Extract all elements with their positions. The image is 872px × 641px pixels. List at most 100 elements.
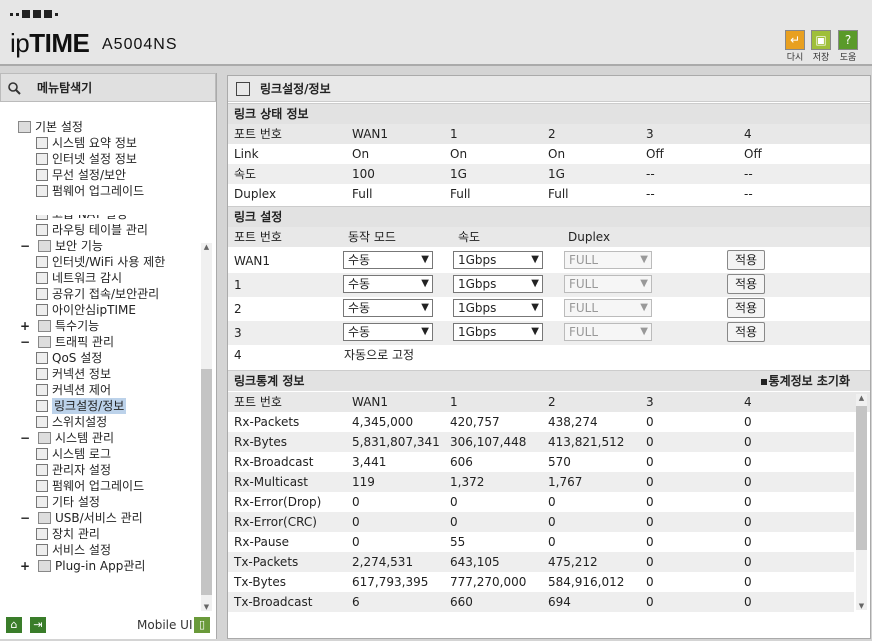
- chevron-down-icon: ▼: [421, 254, 429, 265]
- tree-group[interactable]: − USB/서비스 관리: [20, 510, 143, 526]
- tree-item[interactable]: 스위치설정: [36, 414, 107, 430]
- tree-item[interactable]: 인터넷 설정 정보: [36, 151, 137, 167]
- folder-icon: [38, 336, 51, 348]
- expand-icon[interactable]: +: [20, 318, 30, 334]
- tree-item[interactable]: QoS 설정: [36, 350, 102, 366]
- expand-icon[interactable]: +: [20, 558, 30, 574]
- section-link-stats: 링크통계 정보 통계정보 초기화: [228, 370, 870, 391]
- settings-row: 1 수동 ▼ 1Gbps ▼ FULL ▼ 적용: [228, 273, 870, 297]
- reload-button[interactable]: ↵ 다시: [782, 30, 808, 63]
- tree-item[interactable]: 장치 관리: [36, 526, 100, 542]
- duplex-select[interactable]: FULL ▼: [564, 299, 652, 317]
- tree-group[interactable]: − 시스템 관리: [20, 430, 114, 446]
- save-button[interactable]: ▣ 저장: [808, 30, 834, 63]
- mode-select[interactable]: 수동 ▼: [343, 275, 433, 293]
- sidebar: 메뉴탐색기 기본 설정 시스템 요약 정보 인터넷 설정 정보 무선 설정/보안 펌웨어…: [0, 73, 217, 639]
- page-icon: [36, 368, 48, 380]
- tree-label: 기본 설정: [35, 120, 83, 134]
- tree-item[interactable]: 공유기 접속/보안관리: [36, 286, 159, 302]
- tree-item[interactable]: 커넥션 정보: [36, 366, 111, 382]
- chevron-down-icon: ▼: [640, 278, 648, 289]
- speed-select[interactable]: 1Gbps ▼: [453, 251, 543, 269]
- status-header-row: 포트 번호 WAN1 1 2 3 4: [228, 124, 870, 144]
- mode-select[interactable]: 수동 ▼: [343, 251, 433, 269]
- header: ipTIME A5004NS ↵ 다시 ▣ 저장 ? 도움: [0, 0, 872, 66]
- speed-select[interactable]: 1Gbps ▼: [453, 299, 543, 317]
- folder-icon: [38, 560, 51, 572]
- reset-stats-link[interactable]: 통계정보 초기화: [761, 371, 850, 392]
- tree-item[interactable]: 펌웨어 업그레이드: [36, 478, 144, 494]
- stats-row: Rx-Pause 0 55 0 0 0: [234, 535, 752, 549]
- mobile-ui-link[interactable]: Mobile UI: [137, 618, 193, 632]
- tree-item[interactable]: 기타 설정: [36, 494, 100, 510]
- chevron-down-icon: ▼: [531, 326, 539, 337]
- apply-button[interactable]: 적용: [727, 274, 765, 294]
- tree-label: QoS 설정: [52, 351, 103, 365]
- tree-item[interactable]: 네트워크 감시: [36, 270, 122, 286]
- mode-select[interactable]: 수동 ▼: [343, 299, 433, 317]
- tree-item[interactable]: 라우팅 테이블 관리: [36, 222, 148, 238]
- tree-item[interactable]: 서비스 설정: [36, 542, 111, 558]
- port-label: WAN1: [234, 254, 271, 268]
- page-icon: [36, 416, 48, 428]
- section-link-settings: 링크 설정: [228, 206, 870, 227]
- settings-row: WAN1 수동 ▼ 1Gbps ▼ FULL ▼ 적용: [228, 249, 870, 273]
- mobile-icon[interactable]: ▯: [194, 617, 210, 633]
- settings-header-row: 포트 번호 동작 모드 속도 Duplex: [228, 227, 870, 247]
- status-row: 속도 100 1G 1G -- --: [228, 164, 870, 184]
- tree-item[interactable]: 시스템 요약 정보: [36, 135, 137, 151]
- tree-item[interactable]: 시스템 로그: [36, 446, 111, 462]
- stats-row: Rx-Bytes 5,831,807,341 306,107,448 413,821,…: [228, 432, 854, 452]
- collapse-icon[interactable]: −: [20, 510, 30, 526]
- speed-select[interactable]: 1Gbps ▼: [453, 323, 543, 341]
- tree-label: 펌웨어 업그레이드: [52, 184, 145, 198]
- apply-button[interactable]: 적용: [727, 250, 765, 270]
- duplex-select[interactable]: FULL ▼: [564, 251, 652, 269]
- sidebar-scrollbar[interactable]: ▲ ▼: [201, 243, 212, 611]
- folder-icon: [38, 512, 51, 524]
- tree-item[interactable]: 관리자 설정: [36, 462, 111, 478]
- duplex-select[interactable]: FULL ▼: [564, 323, 652, 341]
- logout-icon[interactable]: ⇥: [30, 617, 46, 633]
- tree-item[interactable]: 펌웨어 업그레이드: [36, 183, 144, 199]
- tree-item[interactable]: 링크설정/정보: [36, 398, 127, 414]
- tree-item[interactable]: 무선 설정/보안: [36, 167, 126, 183]
- apply-button[interactable]: 적용: [727, 298, 765, 318]
- collapse-icon[interactable]: −: [20, 430, 30, 446]
- mode-select[interactable]: 수동 ▼: [343, 323, 433, 341]
- page-icon: [36, 153, 48, 165]
- tree-item[interactable]: 아이안심ipTIME: [36, 302, 136, 318]
- home-icon[interactable]: ⌂: [6, 617, 22, 633]
- tree-group[interactable]: + 특수기능: [20, 318, 99, 334]
- speed-select[interactable]: 1Gbps ▼: [453, 275, 543, 293]
- help-button[interactable]: ? 도움: [835, 30, 861, 63]
- tree-group[interactable]: − 보안 기능: [20, 238, 103, 254]
- tree-label: 공유기 접속/보안관리: [52, 287, 160, 301]
- duplex-select[interactable]: FULL ▼: [564, 275, 652, 293]
- stats-header-row: 포트 번호 WAN1 1 2 3 4: [228, 392, 870, 412]
- save-icon: ▣: [811, 30, 831, 50]
- tree-group[interactable]: + Plug-in App관리: [20, 558, 145, 574]
- tree-item[interactable]: 인터넷/WiFi 사용 제한: [36, 254, 165, 270]
- tree-group[interactable]: − 트래픽 관리: [20, 334, 114, 350]
- stats-row: Rx-Packets 4,345,000 420,757 438,274 0 0: [234, 415, 752, 429]
- collapse-icon[interactable]: −: [20, 334, 30, 350]
- stats-row: Tx-Packets 2,274,531 643,105 475,212 0 0: [228, 552, 854, 572]
- chevron-down-icon: ▼: [421, 326, 429, 337]
- collapse-icon[interactable]: −: [20, 238, 30, 254]
- tree-label: 네트워크 감시: [52, 271, 123, 285]
- page-icon: [36, 169, 48, 181]
- main-panel: 링크설정/정보 링크 상태 정보 포트 번호 WAN1 1 2 3 4 Link…: [227, 75, 871, 639]
- page-title: 링크설정/정보: [228, 76, 870, 102]
- stats-scrollbar[interactable]: ▲ ▼: [856, 394, 867, 610]
- tree-item[interactable]: 커넥션 제어: [36, 382, 111, 398]
- tree-label: 아이안심ipTIME: [52, 303, 136, 317]
- search-icon: [8, 81, 21, 95]
- tree-item[interactable]: 고급 NAT 설정: [36, 215, 127, 222]
- apply-button[interactable]: 적용: [727, 322, 765, 342]
- tree-label: 인터넷/WiFi 사용 제한: [52, 255, 166, 269]
- reload-icon: ↵: [785, 30, 805, 50]
- page-icon: [36, 224, 48, 236]
- status-row: Link On On On Off Off: [234, 147, 762, 161]
- tree-group[interactable]: 기본 설정: [18, 119, 83, 135]
